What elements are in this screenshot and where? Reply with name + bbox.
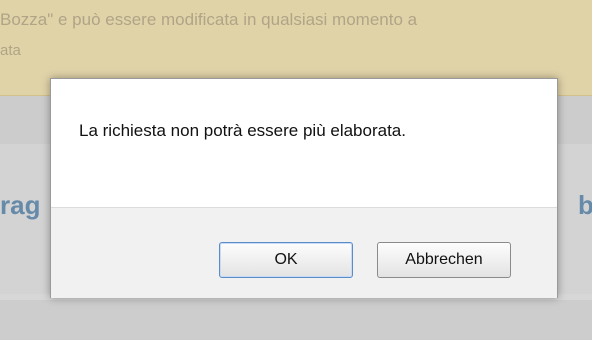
dialog-footer: OK Abbrechen bbox=[51, 207, 557, 298]
dialog-body: La richiesta non potrà essere più elabor… bbox=[51, 79, 557, 207]
cancel-button[interactable]: Abbrechen bbox=[377, 242, 511, 278]
page: Bozza" e può essere modificata in qualsi… bbox=[0, 0, 592, 340]
ok-button[interactable]: OK bbox=[219, 242, 353, 278]
dialog-message: La richiesta non potrà essere più elabor… bbox=[79, 121, 406, 140]
confirm-dialog: La richiesta non potrà essere più elabor… bbox=[50, 78, 558, 298]
